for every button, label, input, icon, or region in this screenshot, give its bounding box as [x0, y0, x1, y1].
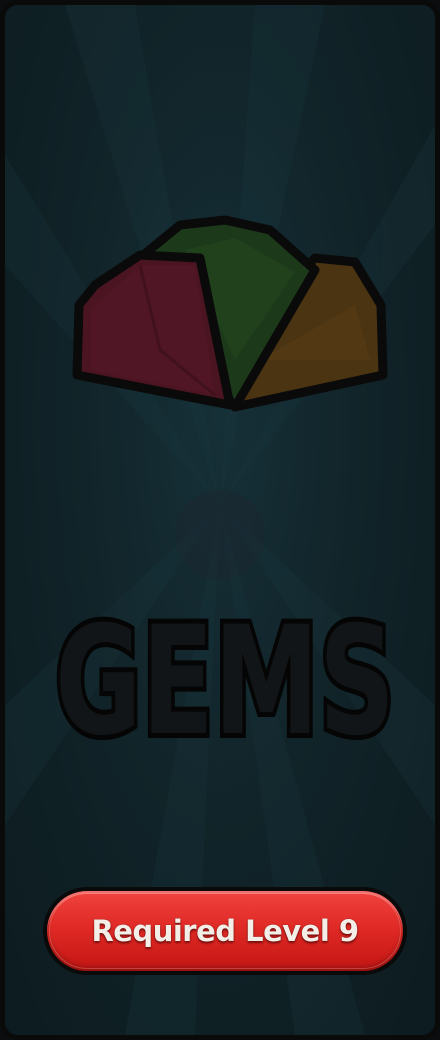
red-gem-icon: [72, 250, 235, 410]
gems-title: GEMS: [50, 605, 400, 765]
required-level-button[interactable]: Required Level 9: [43, 887, 407, 975]
required-level-label: Required Level 9: [91, 914, 359, 948]
background-rays: [5, 5, 435, 1035]
locked-mode-card: GEMS Required Level 9: [0, 0, 440, 1040]
gems-icon: [72, 215, 388, 412]
gems-title-text: GEMS: [55, 605, 395, 765]
